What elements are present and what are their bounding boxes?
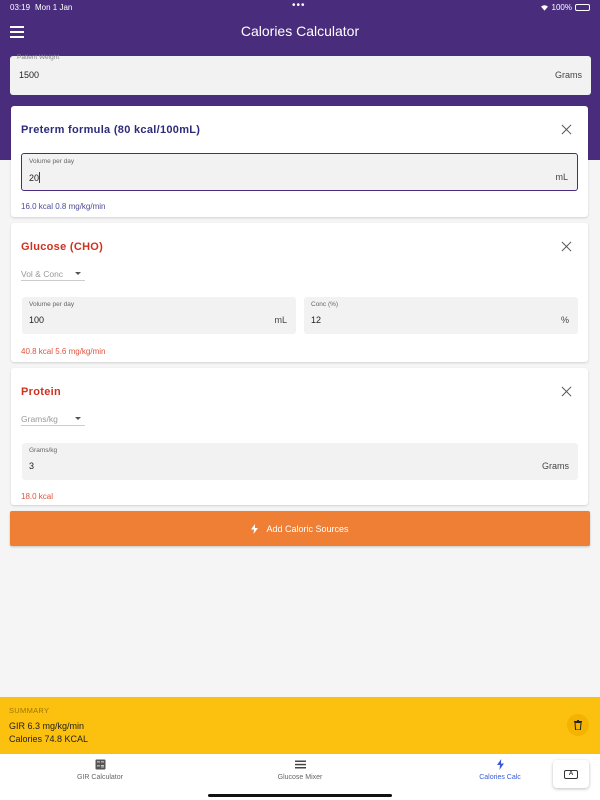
nav-label-gir-calculator: GIR Calculator bbox=[77, 774, 123, 781]
glucose-volume-value[interactable]: 100 bbox=[29, 315, 44, 325]
summary-panel: SUMMARY GIR 6.3 mg/kg/min Calories 74.8 … bbox=[0, 697, 600, 754]
glucose-volume-unit: mL bbox=[274, 315, 287, 325]
close-icon[interactable] bbox=[561, 241, 572, 252]
patient-weight-unit: Grams bbox=[555, 70, 582, 80]
summary-calories: Calories 74.8 KCAL bbox=[9, 734, 89, 744]
keyboard-button[interactable]: A bbox=[553, 760, 589, 788]
glucose-conc-field[interactable]: Conc (%) 12 % bbox=[304, 297, 578, 334]
status-right: 100% bbox=[540, 3, 590, 12]
protein-mode-value: Grams/kg bbox=[21, 414, 58, 424]
add-caloric-sources-label: Add Caloric Sources bbox=[266, 523, 349, 534]
chevron-down-icon bbox=[75, 272, 81, 275]
text-caret bbox=[39, 172, 41, 183]
glucose-result: 40.8 kcal 5.6 mg/kg/min bbox=[21, 347, 106, 356]
formula-result: 16.0 kcal 0.8 mg/kg/min bbox=[21, 202, 106, 211]
wifi-icon bbox=[540, 5, 548, 11]
patient-weight-field[interactable]: Patient Weight 1500 Grams bbox=[10, 54, 591, 95]
page-title: Calories Calculator bbox=[240, 23, 360, 39]
summary-title: SUMMARY bbox=[9, 706, 50, 715]
chevron-down-icon bbox=[75, 417, 81, 420]
glucose-conc-label: Conc (%) bbox=[311, 301, 339, 308]
formula-volume-field[interactable]: Volume per day 20 mL bbox=[21, 153, 578, 191]
status-date: Mon 1 Jan bbox=[35, 3, 73, 12]
status-time: 03:19 bbox=[10, 3, 31, 12]
home-indicator[interactable] bbox=[208, 794, 392, 797]
glucose-card: Glucose (CHO) Vol & Conc Volume per day … bbox=[11, 223, 588, 362]
calculator-icon bbox=[95, 759, 105, 770]
battery-icon bbox=[575, 4, 590, 11]
glucose-conc-value[interactable]: 12 bbox=[311, 315, 321, 325]
bolt-icon bbox=[496, 759, 504, 770]
formula-volume-unit: mL bbox=[555, 172, 568, 182]
close-icon[interactable] bbox=[561, 124, 572, 135]
protein-grams-unit: Grams bbox=[542, 461, 569, 471]
protein-grams-label: Grams/kg bbox=[29, 447, 58, 454]
clear-button[interactable] bbox=[567, 714, 589, 736]
patient-weight-value[interactable]: 1500 bbox=[19, 70, 39, 80]
nav-label-calories-calc: Calories Calc bbox=[479, 774, 521, 781]
protein-mode-dropdown[interactable]: Grams/kg bbox=[21, 414, 85, 426]
add-caloric-sources-button[interactable]: Add Caloric Sources bbox=[10, 511, 590, 546]
nav-label-glucose-mixer: Glucose Mixer bbox=[277, 774, 323, 781]
battery-percent: 100% bbox=[551, 3, 572, 12]
glucose-conc-unit: % bbox=[560, 315, 569, 325]
glucose-mode-dropdown[interactable]: Vol & Conc bbox=[21, 269, 85, 281]
glucose-mode-value: Vol & Conc bbox=[21, 269, 64, 279]
formula-card-title: Preterm formula (80 kcal/100mL) bbox=[21, 124, 201, 136]
formula-card: Preterm formula (80 kcal/100mL) Volume p… bbox=[11, 106, 588, 217]
status-bar: 03:19 Mon 1 Jan ••• 100% bbox=[0, 0, 600, 14]
protein-grams-field[interactable]: Grams/kg 3 Grams bbox=[22, 443, 578, 480]
close-icon[interactable] bbox=[561, 386, 572, 397]
protein-card: Protein Grams/kg Grams/kg 3 Grams 18.0 k… bbox=[11, 368, 588, 505]
glucose-volume-field[interactable]: Volume per day 100 mL bbox=[22, 297, 296, 334]
formula-volume-label: Volume per day bbox=[29, 158, 75, 165]
list-icon bbox=[294, 760, 306, 769]
formula-volume-value[interactable]: 20 bbox=[29, 172, 41, 183]
multitask-dots-icon[interactable]: ••• bbox=[292, 0, 306, 11]
protein-result: 18.0 kcal bbox=[21, 492, 54, 501]
glucose-card-title: Glucose (CHO) bbox=[21, 241, 104, 253]
glucose-volume-label: Volume per day bbox=[29, 301, 75, 308]
protein-card-title: Protein bbox=[21, 386, 61, 398]
trash-icon bbox=[574, 720, 582, 730]
keyboard-icon: A bbox=[564, 769, 578, 779]
nav-item-glucose-mixer[interactable]: Glucose Mixer bbox=[200, 759, 400, 781]
patient-weight-label: Patient Weight bbox=[17, 54, 60, 61]
summary-gir: GIR 6.3 mg/kg/min bbox=[9, 721, 85, 731]
nav-item-gir-calculator[interactable]: GIR Calculator bbox=[0, 759, 200, 781]
bolt-icon bbox=[251, 523, 259, 534]
protein-grams-value[interactable]: 3 bbox=[29, 461, 34, 471]
